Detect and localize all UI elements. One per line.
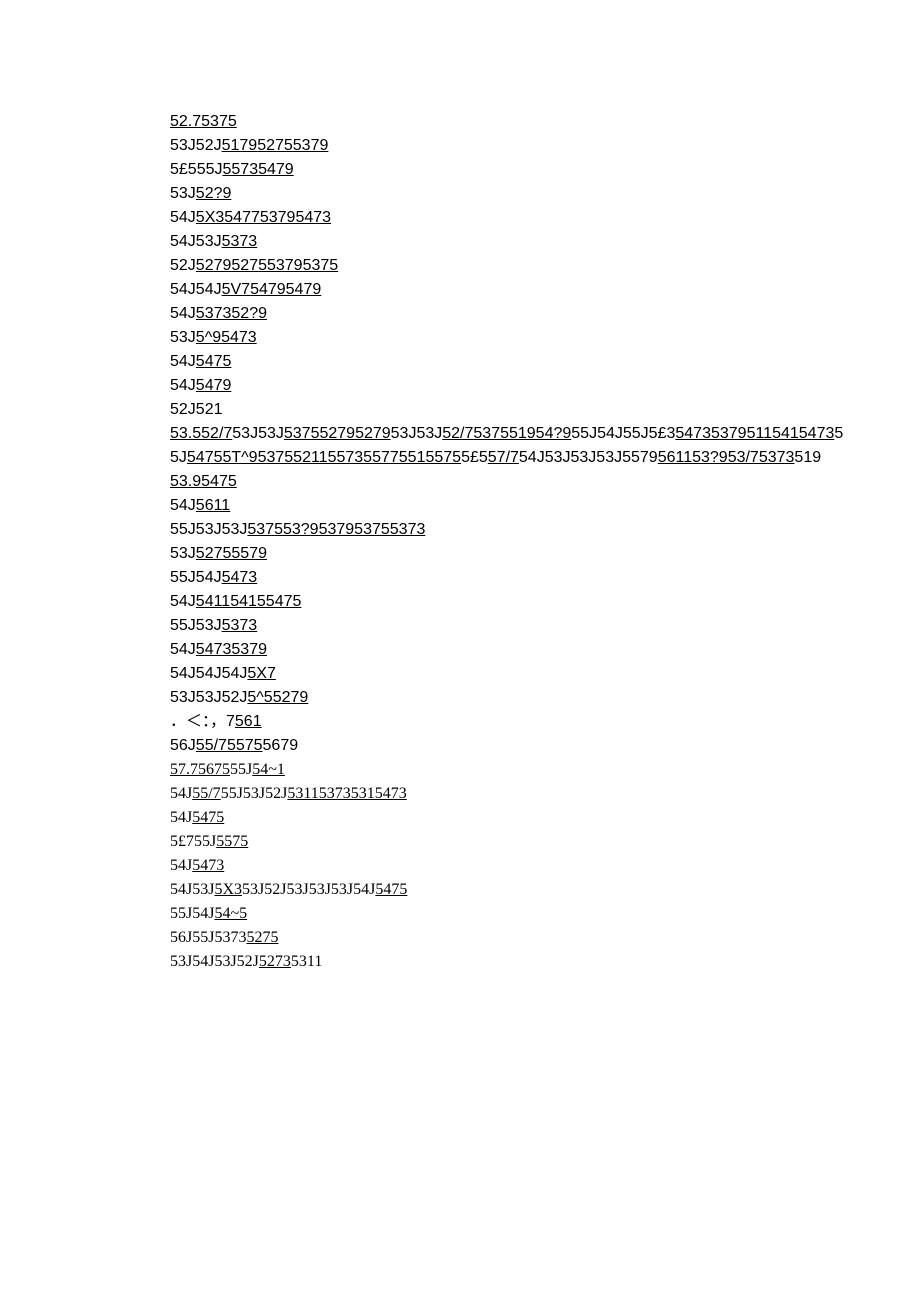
text-run: 52755579 [196,545,267,562]
text-run: 5^55279 [247,689,308,706]
text-run: 5475 [192,809,224,826]
text-run: 519 [794,449,821,466]
document-body: 52.7537553J52J5179527553795£555J55735479… [0,0,850,974]
text-run: 52?9 [196,185,232,202]
text-run: 5£755J [170,833,216,850]
text-run: 5479 [196,377,232,394]
text-run: 54J53J53J53J5579 [519,449,658,466]
text-run: 5679 [263,737,299,754]
text-run: 517952755379 [222,137,329,154]
text-run: 5373 [222,233,258,250]
text-run: 54J [170,593,196,610]
text-run: 54J [170,857,192,874]
text-run: 53J54J53J52J [170,953,259,970]
text-run: 54~5 [214,905,247,922]
text-run: 56J55J5373 [170,929,246,946]
text-run: 55J [230,761,252,778]
text-run: ．＜：，7 [170,713,235,730]
text-run: 53.552/7 [170,425,232,442]
text-run: 55735479 [223,161,294,178]
text-run: 537352?9 [196,305,267,322]
text-run: 53J [170,185,196,202]
text-run: 54J [170,809,192,826]
text-run: 53.95475 [170,473,237,490]
text-run: 5611 [196,497,230,514]
text-run: 541154155475 [196,593,302,610]
text-run: 53J [170,329,196,346]
text-run: 52/7537551954?9 [442,425,571,442]
text-run: 55/7 [192,785,220,802]
text-run: 5473 [192,857,224,874]
text-run: 5475 [196,353,232,370]
text-run: 5V754795479 [222,281,322,298]
text-run: 5279527553795375 [196,257,338,274]
text-run: 5275 [246,929,278,946]
text-run: 54J [170,785,192,802]
text-run: 55J53J53J [170,521,247,538]
text-run: 561153?953/75373 [658,449,795,466]
text-run: 52J521 [170,401,223,418]
text-run: 54J53J [170,233,222,250]
text-run: 5X3547753795473 [196,209,331,226]
text-run: 54J [170,305,196,322]
text-run: 5473 [222,569,258,586]
text-run: 53J53J52J [170,689,247,706]
text-run: 53J52J [170,137,222,154]
text-run: 5373 [222,617,258,634]
text-run: 52.75375 [170,113,237,130]
text-run: 53J53J [391,425,443,442]
text-run: 54J54J54J [170,665,247,682]
text-run: 5^95473 [196,329,257,346]
text-run: 5475 [375,881,407,898]
text-run: 53J [170,545,196,562]
text-run: 561 [235,713,262,730]
text-run: 54J [170,353,196,370]
text-run: 5273 [259,953,291,970]
text-run: 55J53J52J [221,785,288,802]
text-run: 56J [170,737,196,754]
text-run: 537552795279 [284,425,391,442]
text-run: 54~1 [252,761,285,778]
text-run: 54J [170,497,196,514]
text-run: 54755T^953755211557355775515575 [187,449,461,466]
text-run: 55/75575 [196,737,263,754]
text-run: 55J54J55J5£3 [571,425,675,442]
text-run: 55J54J [170,569,222,586]
text-run: 5311 [291,953,322,970]
text-run: 54J54J [170,281,222,298]
text-run: 54J [170,641,196,658]
text-run: 54J [170,209,196,226]
text-run: 54J [170,377,196,394]
text-run: 5575 [216,833,248,850]
text-run: 54J53J [170,881,214,898]
text-run: 5X3 [214,881,242,898]
text-run: 57/7 [488,449,519,466]
text-run: 53J52J53J53J53J54J [242,881,375,898]
text-run: 547353795115415473 [675,425,834,442]
text-run: 57.75675 [170,761,230,778]
text-run: 52J [170,257,196,274]
text-run: 55J54J [170,905,214,922]
text-run: 537553?9537953755373 [247,521,425,538]
text-run: 5X7 [247,665,275,682]
text-run: 54735379 [196,641,267,658]
text-run: 5£5 [461,449,488,466]
text-run: 5£555J [170,161,223,178]
text-run: 55J53J [170,617,222,634]
text-run: 531153735315473 [287,785,406,802]
text-run: 53J53J [232,425,284,442]
